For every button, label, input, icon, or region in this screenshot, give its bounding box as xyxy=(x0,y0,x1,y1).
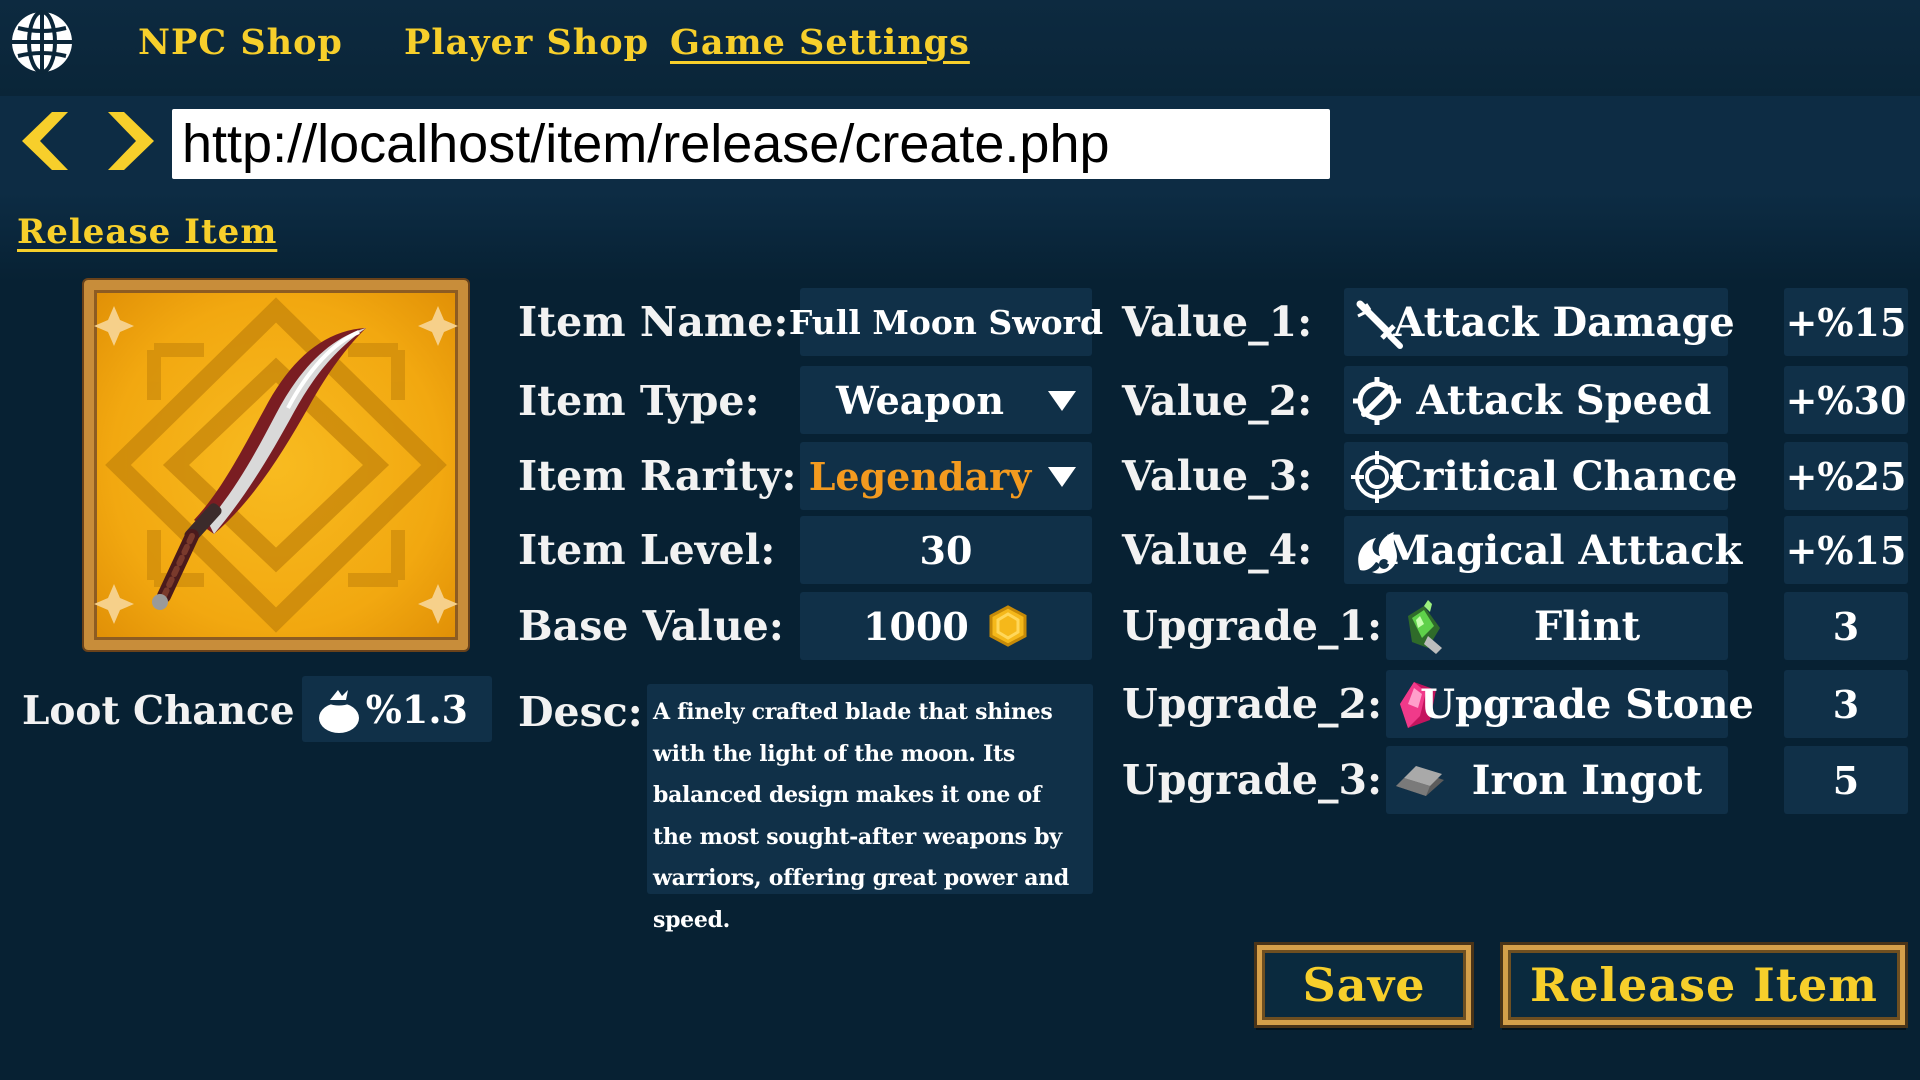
item-name-value: Full Moon Sword xyxy=(788,302,1104,342)
upgrade-1-label: Upgrade_1: xyxy=(1122,602,1383,650)
upgrade-2-material-name: Upgrade Stone xyxy=(1420,680,1754,728)
chevron-down-icon xyxy=(1048,391,1076,411)
value-2-stat-select[interactable]: Attack Speed xyxy=(1344,366,1728,434)
speed-icon xyxy=(1353,377,1401,425)
chevron-down-icon xyxy=(1048,467,1076,487)
item-type-select[interactable]: Weapon xyxy=(800,366,1092,434)
upgrade-2-label: Upgrade_2: xyxy=(1122,680,1383,728)
value-3-stat-select[interactable]: Critical Chance xyxy=(1344,442,1738,510)
nav-npc-shop[interactable]: NPC Shop xyxy=(138,22,343,63)
value-2-stat-name: Attack Speed xyxy=(1416,376,1712,424)
item-name-field[interactable]: Full Moon Sword xyxy=(789,288,1103,356)
value-2-label: Value_2: xyxy=(1122,377,1313,425)
item-artwork xyxy=(94,297,458,633)
item-level-field[interactable]: 30 xyxy=(800,516,1092,584)
item-rarity-label: Item Rarity: xyxy=(518,452,797,500)
upgrade-1-qty-field[interactable]: 3 xyxy=(1784,592,1908,660)
page-heading-band xyxy=(0,192,1920,282)
globe-icon[interactable] xyxy=(8,8,76,76)
value-1-stat-name: Attack Damage xyxy=(1393,298,1735,346)
base-value-field[interactable]: 1000 xyxy=(800,592,1092,660)
value-3-stat-name: Critical Chance xyxy=(1390,452,1738,500)
save-button[interactable]: Save xyxy=(1254,942,1474,1028)
loot-chance-value: %1.3 xyxy=(365,686,468,732)
upgrade-1-material-select[interactable]: Flint xyxy=(1386,592,1728,660)
item-level-value: 30 xyxy=(919,527,973,573)
nav-game-settings[interactable]: Game Settings xyxy=(670,22,970,63)
item-rarity-select[interactable]: Legendary xyxy=(800,442,1092,510)
desc-label: Desc: xyxy=(518,688,643,736)
value-3-amount-field[interactable]: +%25 xyxy=(1784,442,1908,510)
upgrade-3-qty-field[interactable]: 5 xyxy=(1784,746,1908,814)
loot-chance-field[interactable]: %1.3 xyxy=(302,676,492,742)
value-3-label: Value_3: xyxy=(1122,452,1313,500)
value-1-stat-select[interactable]: Attack Damage xyxy=(1344,288,1735,356)
value-4-stat-select[interactable]: Magical Atttack xyxy=(1344,516,1743,584)
upgrade-3-label: Upgrade_3: xyxy=(1122,756,1383,804)
value-2-amount-field[interactable]: +%30 xyxy=(1784,366,1908,434)
url-input[interactable] xyxy=(172,109,1330,179)
item-type-value: Weapon xyxy=(836,377,1004,423)
item-image-frame xyxy=(84,280,468,650)
value-4-stat-name: Magical Atttack xyxy=(1385,526,1743,574)
upgrade-1-material-name: Flint xyxy=(1533,602,1641,650)
value-1-label: Value_1: xyxy=(1122,298,1313,346)
item-rarity-value: Legendary xyxy=(808,453,1032,499)
flint-icon xyxy=(1408,600,1442,654)
release-item-button[interactable]: Release Item xyxy=(1500,942,1908,1028)
forward-arrow-icon[interactable] xyxy=(98,108,158,174)
value-4-label: Value_4: xyxy=(1122,526,1313,574)
upgrade-2-material-select[interactable]: Upgrade Stone xyxy=(1386,670,1754,738)
item-name-label: Item Name: xyxy=(518,298,789,346)
value-1-amount-field[interactable]: +%15 xyxy=(1784,288,1908,356)
back-arrow-icon[interactable] xyxy=(18,108,78,174)
ingot-icon xyxy=(1396,766,1444,796)
upgrade-2-qty-field[interactable]: 3 xyxy=(1784,670,1908,738)
item-type-label: Item Type: xyxy=(518,377,760,425)
page-title: Release Item xyxy=(17,212,278,252)
base-value-value: 1000 xyxy=(863,603,969,649)
value-4-amount-field[interactable]: +%15 xyxy=(1784,516,1908,584)
gold-coin-icon xyxy=(989,605,1027,647)
nav-player-shop[interactable]: Player Shop xyxy=(404,22,649,63)
description-field[interactable]: A finely crafted blade that shines with … xyxy=(647,684,1093,933)
upgrade-3-material-name: Iron Ingot xyxy=(1471,756,1703,804)
item-level-label: Item Level: xyxy=(518,526,776,574)
upgrade-3-material-select[interactable]: Iron Ingot xyxy=(1386,746,1728,814)
base-value-label: Base Value: xyxy=(518,602,784,650)
loot-bag-icon xyxy=(319,690,359,733)
loot-chance-label: Loot Chance xyxy=(22,688,295,734)
